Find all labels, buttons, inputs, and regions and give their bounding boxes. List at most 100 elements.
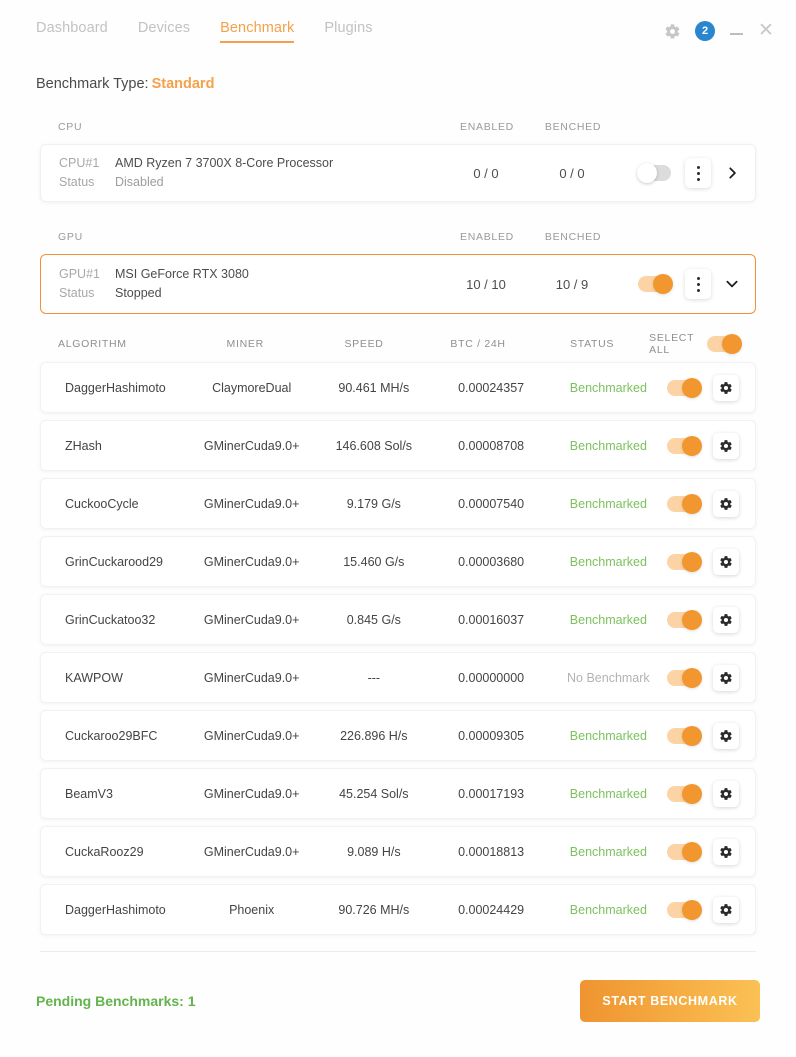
gpu-enable-toggle[interactable]	[638, 274, 673, 294]
tab-benchmark[interactable]: Benchmark	[220, 20, 295, 43]
close-icon[interactable]: ✕	[758, 21, 774, 40]
cell-algorithm: GrinCuckatoo32	[65, 612, 156, 627]
row-enable-toggle[interactable]	[666, 899, 702, 920]
row-settings-gear-icon[interactable]	[712, 722, 739, 749]
gpu-device-controls	[615, 269, 755, 299]
cell-miner: GMinerCuda9.0+	[203, 554, 300, 569]
status-badge: Benchmarked	[569, 380, 647, 395]
cell-algorithm: GrinCuckarood29	[65, 554, 163, 569]
cell-algorithm: CuckaRooz29	[65, 844, 144, 859]
table-row[interactable]: DaggerHashimoto ClaymoreDual 90.461 MH/s 0.…	[40, 362, 756, 413]
cell-algorithm: DaggerHashimoto	[65, 902, 166, 917]
row-settings-gear-icon[interactable]	[712, 606, 739, 633]
row-enable-toggle[interactable]	[666, 783, 702, 804]
cell-btc: 0.00007540	[458, 496, 525, 511]
cell-miner: GMinerCuda9.0+	[203, 728, 300, 743]
status-badge: Benchmarked	[569, 728, 647, 743]
row-enable-toggle[interactable]	[666, 841, 702, 862]
benchmark-type-value[interactable]: Standard	[152, 76, 215, 92]
cell-speed: 90.726 MH/s	[338, 902, 410, 917]
algorithm-rows-container: DaggerHashimoto ClaymoreDual 90.461 MH/s 0.…	[40, 362, 756, 935]
cell-btc: 0.00000000	[458, 670, 525, 685]
cell-speed: 90.461 MH/s	[338, 380, 410, 395]
notification-badge[interactable]: 2	[695, 21, 715, 41]
tab-devices[interactable]: Devices	[138, 20, 190, 43]
cell-speed: 226.896 H/s	[340, 728, 408, 743]
cpu-more-options-icon[interactable]	[685, 158, 711, 188]
table-row[interactable]: CuckooCycle GMinerCuda9.0+ 9.179 G/s 0.0000…	[40, 478, 756, 529]
status-badge: Benchmarked	[569, 844, 647, 859]
cell-algorithm: CuckooCycle	[65, 496, 139, 511]
row-controls	[666, 664, 755, 691]
row-enable-toggle[interactable]	[666, 493, 702, 514]
cpu-column-headers: CPU ENABLED BENCHED	[40, 110, 756, 144]
minimize-button[interactable]	[729, 24, 744, 39]
table-row[interactable]: GrinCuckatoo32 GMinerCuda9.0+ 0.845 G/s 0.0…	[40, 594, 756, 645]
benchmark-type-label: Benchmark Type:	[36, 76, 149, 92]
cell-btc: 0.00024357	[458, 380, 525, 395]
row-settings-gear-icon[interactable]	[712, 548, 739, 575]
gpu-header-benched: BENCHED	[544, 231, 602, 243]
gpu-collapse-chevron-down-icon[interactable]	[725, 277, 739, 291]
row-controls	[666, 722, 755, 749]
cpu-enable-toggle[interactable]	[637, 163, 671, 183]
row-settings-gear-icon[interactable]	[712, 838, 739, 865]
table-row[interactable]: KAWPOW GMinerCuda9.0+ --- 0.00000000 No Benc…	[40, 652, 756, 703]
row-settings-gear-icon[interactable]	[712, 780, 739, 807]
row-settings-gear-icon[interactable]	[712, 432, 739, 459]
cell-miner: GMinerCuda9.0+	[203, 670, 300, 685]
row-settings-gear-icon[interactable]	[712, 374, 739, 401]
row-settings-gear-icon[interactable]	[712, 490, 739, 517]
table-row[interactable]: ZHash GMinerCuda9.0+ 146.608 Sol/s 0.000087…	[40, 420, 756, 471]
gpu-device-card[interactable]: GPU#1 MSI GeForce RTX 3080 Status Stoppe…	[40, 254, 756, 314]
select-all-toggle[interactable]	[707, 334, 742, 354]
row-controls	[666, 432, 755, 459]
row-settings-gear-icon[interactable]	[712, 896, 739, 923]
table-row[interactable]: DaggerHashimoto Phoenix 90.726 MH/s 0.00024…	[40, 884, 756, 935]
gpu-device-name-line: GPU#1 MSI GeForce RTX 3080	[59, 265, 443, 284]
row-enable-toggle[interactable]	[666, 725, 702, 746]
row-enable-toggle[interactable]	[666, 551, 702, 572]
row-controls	[666, 490, 755, 517]
gpu-benched-count: 10 / 9	[555, 276, 589, 292]
cell-miner: Phoenix	[229, 902, 275, 917]
gpu-section: GPU ENABLED BENCHED GPU#1 MSI GeForce RT…	[0, 220, 796, 314]
row-settings-gear-icon[interactable]	[712, 664, 739, 691]
status-badge: Benchmarked	[569, 496, 647, 511]
cpu-device-status-line: Status Disabled	[59, 173, 443, 192]
gpu-enabled-count: 10 / 10	[466, 276, 506, 292]
tab-dashboard[interactable]: Dashboard	[36, 20, 108, 43]
table-row[interactable]: CuckaRooz29 GMinerCuda9.0+ 9.089 H/s 0.0001…	[40, 826, 756, 877]
row-enable-toggle[interactable]	[666, 667, 702, 688]
cell-miner: GMinerCuda9.0+	[203, 496, 300, 511]
gpu-status-value: Stopped	[115, 286, 162, 300]
cell-btc: 0.00017193	[458, 786, 525, 801]
row-enable-toggle[interactable]	[666, 377, 702, 398]
row-enable-toggle[interactable]	[666, 609, 702, 630]
algorithm-table: ALGORITHM MINER SPEED BTC / 24H STATUS S…	[0, 326, 796, 935]
settings-gear-icon[interactable]	[664, 23, 681, 40]
cpu-device-controls	[615, 158, 755, 188]
gpu-header-label: GPU	[58, 231, 83, 243]
gpu-more-options-icon[interactable]	[685, 269, 711, 299]
cell-algorithm: ZHash	[65, 438, 102, 453]
col-header-speed: SPEED	[344, 338, 384, 350]
table-row[interactable]: Cuckaroo29BFC GMinerCuda9.0+ 226.896 H/s 0.…	[40, 710, 756, 761]
start-benchmark-button[interactable]: START BENCHMARK	[580, 980, 760, 1022]
algorithm-column-headers: ALGORITHM MINER SPEED BTC / 24H STATUS S…	[40, 326, 756, 362]
cell-miner: GMinerCuda9.0+	[203, 612, 300, 627]
table-row[interactable]: BeamV3 GMinerCuda9.0+ 45.254 Sol/s 0.000171…	[40, 768, 756, 819]
main-tabs: Dashboard Devices Benchmark Plugins	[36, 20, 664, 43]
gpu-device-info: GPU#1 MSI GeForce RTX 3080 Status Stoppe…	[41, 265, 443, 303]
col-header-btc: BTC / 24H	[450, 338, 506, 350]
cpu-device-card[interactable]: CPU#1 AMD Ryzen 7 3700X 8-Core Processor…	[40, 144, 756, 202]
cell-btc: 0.00024429	[458, 902, 525, 917]
cpu-device-name-line: CPU#1 AMD Ryzen 7 3700X 8-Core Processor	[59, 154, 443, 173]
col-header-miner: MINER	[226, 338, 264, 350]
cpu-section: CPU ENABLED BENCHED CPU#1 AMD Ryzen 7 37…	[0, 110, 796, 202]
table-row[interactable]: GrinCuckarood29 GMinerCuda9.0+ 15.460 G/s 0…	[40, 536, 756, 587]
tab-plugins[interactable]: Plugins	[324, 20, 372, 43]
cell-speed: 45.254 Sol/s	[339, 786, 409, 801]
cpu-expand-chevron-right-icon[interactable]	[725, 166, 739, 180]
row-enable-toggle[interactable]	[666, 435, 702, 456]
